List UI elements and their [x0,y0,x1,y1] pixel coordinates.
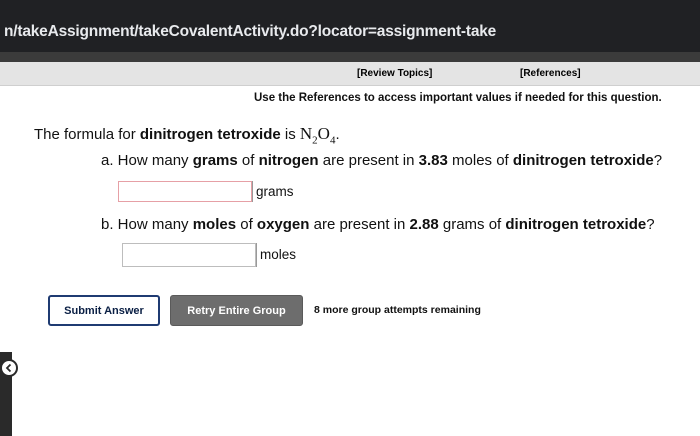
qa-bold-compound: dinitrogen tetroxide [512,152,654,169]
browser-address-bar[interactable]: n/takeAssignment/takeCovalentActivity.do… [0,0,700,52]
intro-suffix: . [335,126,340,143]
question-b-text: b. How many moles of oxygen are present … [101,216,655,233]
qa-t2: are present in [318,152,419,169]
qa-t1: of [237,152,259,169]
compound-name: dinitrogen tetroxide [139,126,281,143]
intro-mid: is [280,126,300,143]
browser-toolbar-strip [0,52,700,62]
qb-t2: are present in [309,216,410,233]
question-intro: The formula for dinitrogen tetroxide is … [34,124,340,146]
answer-a-row: grams [118,181,294,202]
chemical-formula: N2O4 [299,124,336,146]
references-link[interactable]: [References] [520,68,581,79]
assignment-content: [Review Topics] [References] Use the Ref… [0,62,700,436]
qb-bold-moles: moles [192,216,237,233]
qb-t3: grams of [438,216,506,233]
qb-bold-amount: 2.88 [409,216,439,233]
answer-b-unit: moles [256,243,296,267]
question-a-text: a. How many grams of nitrogen are presen… [101,152,662,169]
qa-t3: moles of [447,152,513,169]
qb-lead: b. How many [101,216,193,233]
back-button[interactable] [0,359,18,377]
qa-bold-grams: grams [192,152,238,169]
intro-prefix: The formula for [34,126,140,143]
qb-t4: ? [646,216,655,233]
qb-bold-compound: dinitrogen tetroxide [505,216,647,233]
instructions-text: Use the References to access important v… [254,92,662,104]
retry-entire-group-button[interactable]: Retry Entire Group [170,295,303,326]
submit-answer-button[interactable]: Submit Answer [48,295,160,326]
references-header: [Review Topics] [References] [0,62,700,86]
qb-t1: of [236,216,257,233]
qa-t4: ? [653,152,663,169]
answer-a-input[interactable] [118,181,252,202]
formula-o: O [317,124,330,143]
qb-bold-oxygen: oxygen [256,216,310,233]
qa-lead: a. How many [101,152,193,169]
attempts-remaining-text: 8 more group attempts remaining [314,304,481,316]
url-text[interactable]: n/takeAssignment/takeCovalentActivity.do… [4,23,496,41]
answer-b-input[interactable] [122,243,256,267]
review-topics-link[interactable]: [Review Topics] [357,68,432,79]
chevron-left-icon [5,363,12,373]
answer-a-unit: grams [252,181,294,202]
formula-n: N [299,124,313,143]
qa-bold-amount: 3.83 [418,152,448,169]
answer-b-row: moles [122,243,296,267]
qa-bold-nitrogen: nitrogen [258,152,319,169]
